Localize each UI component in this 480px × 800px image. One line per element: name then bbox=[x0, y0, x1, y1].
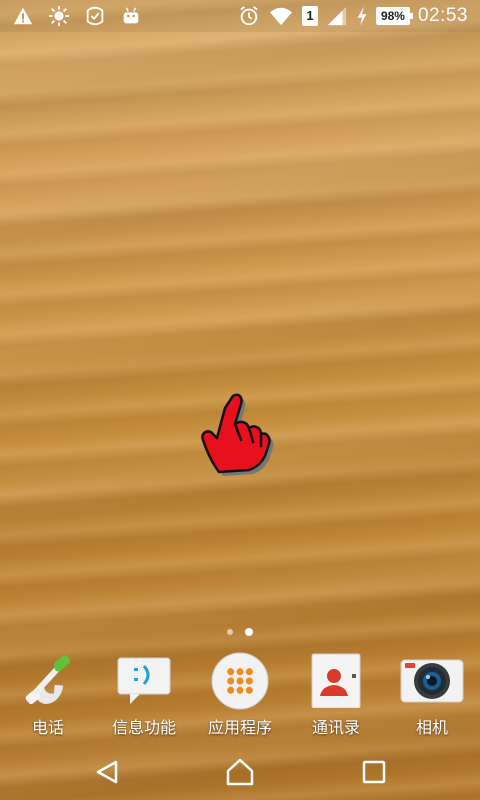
signal-icon bbox=[327, 6, 347, 26]
clock: 02:53 bbox=[417, 5, 468, 26]
android-icon bbox=[123, 7, 139, 24]
navigation-bar bbox=[0, 744, 480, 800]
sim-icon: 1 bbox=[301, 6, 318, 26]
recents-icon[interactable] bbox=[358, 756, 390, 788]
page-dot[interactable] bbox=[227, 629, 233, 635]
dock-app-messaging[interactable]: 信息功能 bbox=[96, 648, 192, 740]
app-dock: 电话 信息功能 应用程序 通讯录 相机 bbox=[0, 648, 480, 740]
alarm-icon bbox=[240, 6, 258, 26]
status-bar[interactable]: 1 98% 02:53 bbox=[0, 0, 480, 32]
dock-label: 信息功能 bbox=[111, 718, 176, 737]
pointer-hand-icon bbox=[201, 393, 274, 476]
system-status-icons: 1 98% 02:53 bbox=[238, 4, 468, 28]
battery-icon: 98% bbox=[375, 7, 413, 25]
dock-label: 通讯录 bbox=[311, 718, 360, 737]
notification-icons bbox=[12, 4, 142, 28]
page-dot-active[interactable] bbox=[245, 628, 253, 636]
dock-label: 应用程序 bbox=[207, 718, 272, 737]
sun-icon bbox=[48, 5, 70, 27]
dock-label: 相机 bbox=[415, 718, 448, 737]
back-icon[interactable] bbox=[92, 756, 124, 788]
phone-icon bbox=[25, 655, 71, 705]
dock-app-contacts[interactable]: 通讯录 bbox=[288, 648, 384, 740]
dock-app-camera[interactable]: 相机 bbox=[384, 648, 480, 740]
dock-app-drawer[interactable]: 应用程序 bbox=[192, 648, 288, 740]
charging-icon bbox=[357, 6, 367, 26]
contacts-icon bbox=[311, 653, 361, 708]
page-indicator bbox=[0, 628, 480, 636]
app-drawer-icon bbox=[211, 652, 269, 710]
dock-label: 电话 bbox=[31, 718, 64, 737]
home-icon[interactable] bbox=[224, 756, 256, 788]
messaging-icon bbox=[117, 657, 171, 704]
warning-icon bbox=[13, 7, 33, 25]
dock-app-phone[interactable]: 电话 bbox=[0, 648, 96, 740]
camera-icon bbox=[400, 659, 464, 703]
wifi-icon bbox=[269, 7, 292, 26]
no-disturb-icon bbox=[86, 6, 104, 26]
